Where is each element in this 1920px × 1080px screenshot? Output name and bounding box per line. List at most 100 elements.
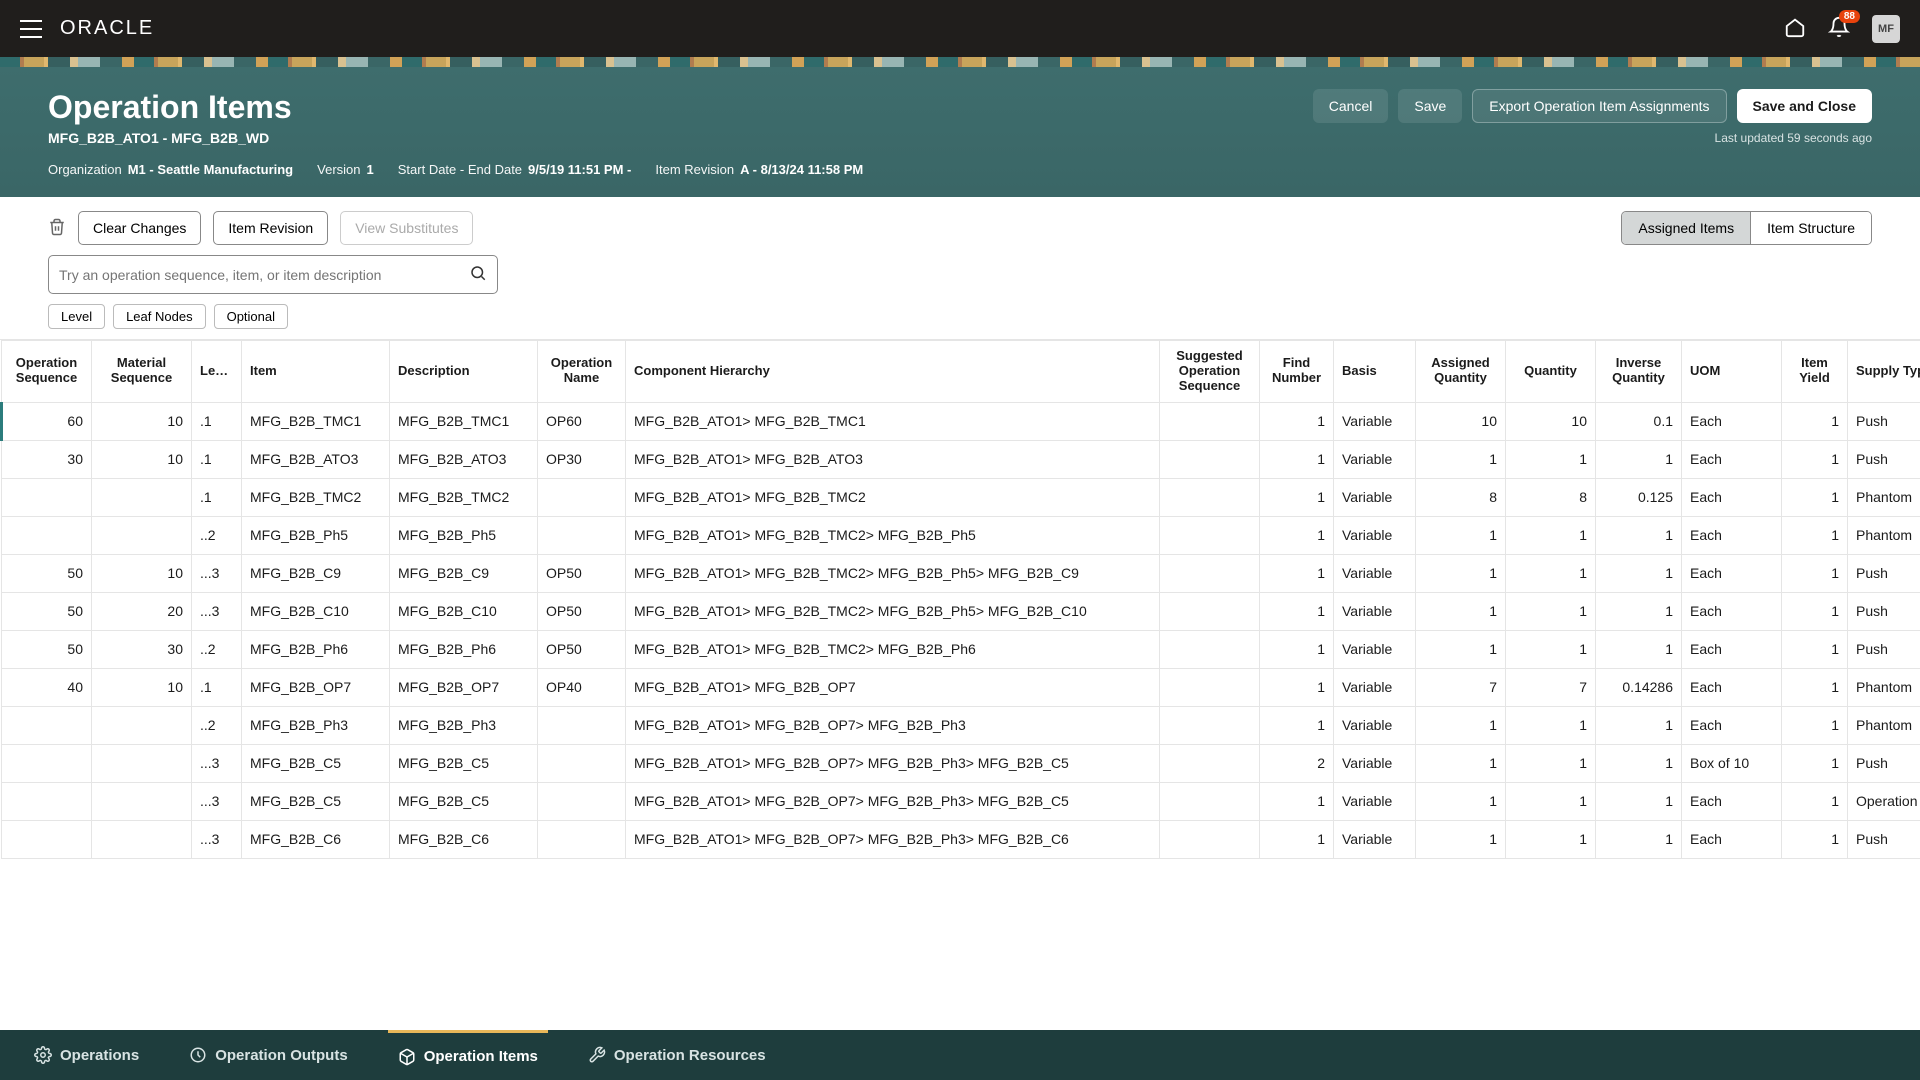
cell-level[interactable]: .1 bbox=[192, 668, 242, 706]
col-inverse-quantity[interactable]: Inverse Quantity bbox=[1596, 341, 1682, 403]
cell-level[interactable]: ...3 bbox=[192, 820, 242, 858]
cell-invqty[interactable]: 1 bbox=[1596, 820, 1682, 858]
cell-matseq[interactable] bbox=[92, 706, 192, 744]
cell-sugg[interactable] bbox=[1160, 440, 1260, 478]
cell-item[interactable]: MFG_B2B_C6 bbox=[242, 820, 390, 858]
cancel-button[interactable]: Cancel bbox=[1313, 89, 1389, 123]
cell-supply[interactable]: Push bbox=[1848, 744, 1920, 782]
table-row[interactable]: ..2MFG_B2B_Ph3MFG_B2B_Ph3MFG_B2B_ATO1> M… bbox=[2, 706, 1920, 744]
col-description[interactable]: Description bbox=[390, 341, 538, 403]
cell-sugg[interactable] bbox=[1160, 820, 1260, 858]
save-button[interactable]: Save bbox=[1398, 89, 1462, 123]
cell-item[interactable]: MFG_B2B_C5 bbox=[242, 782, 390, 820]
cell-desc[interactable]: MFG_B2B_C5 bbox=[390, 744, 538, 782]
cell-opname[interactable] bbox=[538, 820, 626, 858]
cell-find[interactable]: 1 bbox=[1260, 440, 1334, 478]
clear-changes-button[interactable]: Clear Changes bbox=[78, 211, 201, 245]
cell-opseq[interactable]: 50 bbox=[2, 554, 92, 592]
tab-operation-outputs[interactable]: Operation Outputs bbox=[179, 1030, 358, 1080]
cell-item[interactable]: MFG_B2B_Ph3 bbox=[242, 706, 390, 744]
cell-comp[interactable]: MFG_B2B_ATO1> MFG_B2B_TMC2> MFG_B2B_Ph6 bbox=[626, 630, 1160, 668]
cell-sugg[interactable] bbox=[1160, 592, 1260, 630]
cell-desc[interactable]: MFG_B2B_C5 bbox=[390, 782, 538, 820]
cell-assqty[interactable]: 1 bbox=[1416, 782, 1506, 820]
cell-desc[interactable]: MFG_B2B_ATO3 bbox=[390, 440, 538, 478]
cell-supply[interactable]: Phantom bbox=[1848, 516, 1920, 554]
cell-yield[interactable]: 1 bbox=[1782, 516, 1848, 554]
cell-basis[interactable]: Variable bbox=[1334, 554, 1416, 592]
col-item[interactable]: Item bbox=[242, 341, 390, 403]
cell-qty[interactable]: 1 bbox=[1506, 820, 1596, 858]
cell-qty[interactable]: 1 bbox=[1506, 516, 1596, 554]
cell-matseq[interactable]: 20 bbox=[92, 592, 192, 630]
cell-matseq[interactable]: 10 bbox=[92, 440, 192, 478]
cell-comp[interactable]: MFG_B2B_ATO1> MFG_B2B_OP7> MFG_B2B_Ph3> … bbox=[626, 744, 1160, 782]
cell-assqty[interactable]: 1 bbox=[1416, 516, 1506, 554]
cell-qty[interactable]: 1 bbox=[1506, 630, 1596, 668]
cell-find[interactable]: 1 bbox=[1260, 668, 1334, 706]
cell-comp[interactable]: MFG_B2B_ATO1> MFG_B2B_TMC2> MFG_B2B_Ph5>… bbox=[626, 592, 1160, 630]
cell-opseq[interactable]: 30 bbox=[2, 440, 92, 478]
col-uom[interactable]: UOM bbox=[1682, 341, 1782, 403]
cell-opname[interactable] bbox=[538, 478, 626, 516]
cell-comp[interactable]: MFG_B2B_ATO1> MFG_B2B_TMC2> MFG_B2B_Ph5>… bbox=[626, 554, 1160, 592]
cell-assqty[interactable]: 1 bbox=[1416, 440, 1506, 478]
cell-yield[interactable]: 1 bbox=[1782, 744, 1848, 782]
cell-supply[interactable]: Operation bbox=[1848, 782, 1920, 820]
cell-basis[interactable]: Variable bbox=[1334, 630, 1416, 668]
cell-basis[interactable]: Variable bbox=[1334, 744, 1416, 782]
table-row[interactable]: .1MFG_B2B_TMC2MFG_B2B_TMC2MFG_B2B_ATO1> … bbox=[2, 478, 1920, 516]
tab-assigned-items[interactable]: Assigned Items bbox=[1622, 212, 1750, 244]
search-input[interactable] bbox=[59, 267, 459, 283]
cell-uom[interactable]: Each bbox=[1682, 440, 1782, 478]
cell-opname[interactable]: OP30 bbox=[538, 440, 626, 478]
cell-opseq[interactable]: 40 bbox=[2, 668, 92, 706]
cell-sugg[interactable] bbox=[1160, 554, 1260, 592]
cell-level[interactable]: .1 bbox=[192, 402, 242, 440]
cell-opseq[interactable]: 50 bbox=[2, 630, 92, 668]
cell-find[interactable]: 2 bbox=[1260, 744, 1334, 782]
cell-qty[interactable]: 1 bbox=[1506, 706, 1596, 744]
cell-yield[interactable]: 1 bbox=[1782, 782, 1848, 820]
cell-yield[interactable]: 1 bbox=[1782, 706, 1848, 744]
cell-assqty[interactable]: 1 bbox=[1416, 554, 1506, 592]
cell-invqty[interactable]: 1 bbox=[1596, 592, 1682, 630]
cell-level[interactable]: .1 bbox=[192, 440, 242, 478]
cell-item[interactable]: MFG_B2B_C5 bbox=[242, 744, 390, 782]
cell-opseq[interactable] bbox=[2, 516, 92, 554]
cell-supply[interactable]: Phantom bbox=[1848, 668, 1920, 706]
col-supply-type[interactable]: Supply Type bbox=[1848, 341, 1920, 403]
cell-item[interactable]: MFG_B2B_Ph6 bbox=[242, 630, 390, 668]
cell-qty[interactable]: 7 bbox=[1506, 668, 1596, 706]
cell-basis[interactable]: Variable bbox=[1334, 820, 1416, 858]
cell-invqty[interactable]: 0.1 bbox=[1596, 402, 1682, 440]
cell-opseq[interactable]: 60 bbox=[2, 402, 92, 440]
cell-basis[interactable]: Variable bbox=[1334, 402, 1416, 440]
cell-find[interactable]: 1 bbox=[1260, 592, 1334, 630]
chip-leaf-nodes[interactable]: Leaf Nodes bbox=[113, 304, 206, 329]
cell-uom[interactable]: Each bbox=[1682, 668, 1782, 706]
cell-supply[interactable]: Push bbox=[1848, 554, 1920, 592]
table-row[interactable]: 4010.1MFG_B2B_OP7MFG_B2B_OP7OP40MFG_B2B_… bbox=[2, 668, 1920, 706]
cell-level[interactable]: ...3 bbox=[192, 782, 242, 820]
cell-matseq[interactable]: 10 bbox=[92, 554, 192, 592]
cell-opseq[interactable] bbox=[2, 782, 92, 820]
cell-comp[interactable]: MFG_B2B_ATO1> MFG_B2B_TMC2> MFG_B2B_Ph5 bbox=[626, 516, 1160, 554]
cell-item[interactable]: MFG_B2B_C10 bbox=[242, 592, 390, 630]
home-icon[interactable] bbox=[1784, 16, 1806, 41]
cell-desc[interactable]: MFG_B2B_C9 bbox=[390, 554, 538, 592]
tab-operation-items[interactable]: Operation Items bbox=[388, 1030, 548, 1080]
chip-level[interactable]: Level bbox=[48, 304, 105, 329]
cell-level[interactable]: ..2 bbox=[192, 516, 242, 554]
cell-basis[interactable]: Variable bbox=[1334, 706, 1416, 744]
cell-matseq[interactable]: 10 bbox=[92, 402, 192, 440]
cell-assqty[interactable]: 1 bbox=[1416, 706, 1506, 744]
cell-qty[interactable]: 10 bbox=[1506, 402, 1596, 440]
cell-desc[interactable]: MFG_B2B_C10 bbox=[390, 592, 538, 630]
col-item-yield[interactable]: Item Yield bbox=[1782, 341, 1848, 403]
cell-invqty[interactable]: 1 bbox=[1596, 516, 1682, 554]
cell-desc[interactable]: MFG_B2B_TMC1 bbox=[390, 402, 538, 440]
cell-assqty[interactable]: 1 bbox=[1416, 820, 1506, 858]
cell-qty[interactable]: 1 bbox=[1506, 440, 1596, 478]
search-icon[interactable] bbox=[469, 264, 487, 285]
